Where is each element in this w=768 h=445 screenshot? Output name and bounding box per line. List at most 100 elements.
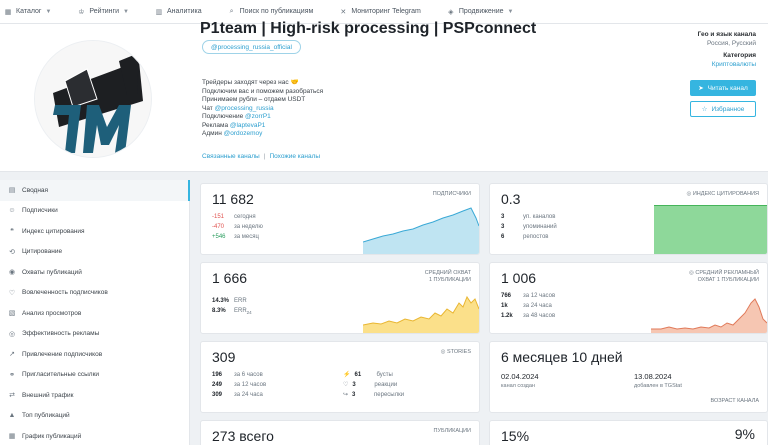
stat-row: 6 репостов xyxy=(501,232,557,242)
sidebar: ▤ Сводная ☺ Подписчики ❝ Индекс цитирования ⟲ Ц… xyxy=(0,180,190,445)
sidebar-item-5[interactable]: ♡ Вовлеченность подписчиков xyxy=(0,283,189,304)
grid-icon: ▦ xyxy=(4,8,12,16)
calendar-icon: ▦ xyxy=(8,433,16,441)
nav-item-label: Продвижение xyxy=(458,8,504,15)
sidebar-item-label: Эффективность рекламы xyxy=(22,330,100,338)
nav-item-label: Поиск по публикациям xyxy=(239,8,314,15)
eye-icon: ◉ xyxy=(8,269,16,277)
description-line: Принимаем рубли – отдаем USDT xyxy=(202,96,323,105)
stat-value: -151 xyxy=(212,214,225,220)
category-link[interactable]: Криптовалюты xyxy=(698,60,756,69)
stat-value: 3 xyxy=(501,224,505,231)
star-icon: ☆ xyxy=(701,106,708,113)
nav-item-3[interactable]: ⌕ Поиск по публикациям xyxy=(228,8,314,16)
description-link[interactable]: @processing_russia xyxy=(215,105,274,112)
sidebar-item-7[interactable]: ◎ Эффективность рекламы xyxy=(0,324,189,345)
average-reach-tag-line1: СРЕДНИЙ ОХВАТ xyxy=(424,270,471,276)
citation-index-card[interactable]: 0.3 ◎ ИНДЕКС ЦИТИРОВАНИЯ 3 уп. каналов 3 уп… xyxy=(489,183,768,255)
stories-tag-text: STORIES xyxy=(446,349,471,355)
description-link[interactable]: @laptevaP1 xyxy=(230,122,266,129)
percentage-right-value: 9% xyxy=(734,426,755,442)
stories-count: 309 xyxy=(212,349,236,365)
stat-label: упоминаний xyxy=(523,224,557,231)
description-line: Реклама @laptevaP1 xyxy=(202,122,323,131)
stat-row: -151 сегодня xyxy=(212,212,263,222)
quote-icon: ❝ xyxy=(10,228,14,236)
sidebar-item-label: Сводная xyxy=(22,186,49,194)
read-channel-button[interactable]: ➤ Читать канал xyxy=(690,80,756,96)
nav-item-5[interactable]: ◈ Продвижение ▼ xyxy=(447,8,513,16)
publications-card[interactable]: 273 всего ПУБЛИКАЦИИ xyxy=(200,420,480,445)
stat-row: 766 за 12 часов xyxy=(501,291,555,301)
err-stats: 14.3% ERR 8.3% ERR24 xyxy=(212,296,252,319)
stat-value: 766 xyxy=(501,293,512,299)
sidebar-item-12[interactable]: ▦ График публикаций xyxy=(0,426,189,445)
sidebar-item-1[interactable]: ☺ Подписчики xyxy=(0,201,189,222)
subscribers-card[interactable]: 11 682 ПОДПИСЧИКИ -151 сегодня -470 за неде… xyxy=(200,183,480,255)
nav-item-1[interactable]: ♔ Рейтинги ▼ xyxy=(77,8,129,16)
subscribers-tag: ПОДПИСЧИКИ xyxy=(432,191,471,197)
stat-row: 8.3% ERR24 xyxy=(212,306,252,318)
created-label: канал создан xyxy=(501,383,535,389)
sidebar-item-11[interactable]: ▲ Топ публикаций xyxy=(0,406,189,427)
stat-row: 3 упоминаний xyxy=(501,222,557,232)
added-label: добавлен в TGStat xyxy=(634,383,682,389)
stories-tag: ◎ STORIES xyxy=(441,349,471,356)
stat-row: 249 за 12 часов xyxy=(212,380,266,390)
stat-label: бусты xyxy=(376,372,393,378)
boost-icon: ⚡ xyxy=(343,372,351,378)
nav-item-2[interactable]: ▥ Аналитика xyxy=(155,8,202,16)
publications-tag: ПУБЛИКАЦИИ xyxy=(433,428,471,434)
sidebar-item-6[interactable]: ▧ Анализ просмотров xyxy=(0,303,189,324)
analysis-icon: ▧ xyxy=(8,310,16,318)
sidebar-item-2[interactable]: ❝ Индекс цитирования xyxy=(0,221,189,242)
description-text: Подключим вас и поможем разобраться xyxy=(202,87,324,95)
stat-row: 1k за 24 часа xyxy=(501,301,555,311)
stat-label: реакции xyxy=(374,382,398,389)
nav-item-4[interactable]: ✕ Мониторинг Telegram xyxy=(339,8,421,16)
percentage-card[interactable]: 15% 9% xyxy=(489,420,768,445)
description-text: Принимаем рубли – отдаем USDT xyxy=(202,96,306,103)
ad-reach-tag-line1: СРЕДНИЙ РЕКЛАМНЫЙ xyxy=(695,270,759,276)
geo-label: Гео и язык канала xyxy=(697,31,756,38)
channel-avatar[interactable] xyxy=(34,40,152,158)
nav-item-0[interactable]: ▦ Каталог ▼ xyxy=(4,8,52,16)
sidebar-item-0[interactable]: ▤ Сводная xyxy=(0,180,190,201)
category-label: Категория xyxy=(723,52,756,59)
growth-icon: ↗ xyxy=(9,351,15,359)
ad-reach-value: 1 006 xyxy=(501,270,537,286)
sidebar-item-9[interactable]: ⚭ Пригласительные ссылки xyxy=(0,365,189,386)
stat-row: ⚡ 61 бусты xyxy=(343,370,404,380)
related-channels-link[interactable]: Связанные каналы xyxy=(202,153,260,160)
sidebar-item-label: Привлечение подписчиков xyxy=(22,350,103,358)
stat-row: ♡ 3 реакции xyxy=(343,380,404,390)
sidebar-item-3[interactable]: ⟲ Цитирование xyxy=(0,242,189,263)
stat-sub: 24 xyxy=(246,310,252,316)
description-text: Админ xyxy=(202,130,224,137)
channel-age-card[interactable]: 6 месяцев 10 дней 02.04.2024 канал созда… xyxy=(489,341,768,413)
average-reach-card[interactable]: 1 666 СРЕДНИЙ ОХВАТ 1 ПУБЛИКАЦИИ 14.3% ERR… xyxy=(200,262,480,334)
stat-label: пересылки xyxy=(374,392,405,399)
channel-username-link[interactable]: @processing_russia_official xyxy=(202,40,301,54)
similar-channels-link[interactable]: Похожие каналы xyxy=(269,153,320,160)
sidebar-item-label: Внешний трафик xyxy=(22,391,74,399)
average-reach-tag-line2: 1 ПУБЛИКАЦИИ xyxy=(428,277,471,283)
description-link[interactable]: @zorrP1 xyxy=(245,113,271,120)
sidebar-item-10[interactable]: ⇄ Внешний трафик xyxy=(0,385,189,406)
description-link[interactable]: @ordozemoy xyxy=(224,130,263,137)
stories-card[interactable]: 309 ◎ STORIES 196 за 6 часов 249 за 12 часо… xyxy=(200,341,480,413)
sidebar-item-8[interactable]: ↗ Привлечение подписчиков xyxy=(0,344,189,365)
stat-row: 309 за 24 часа xyxy=(212,390,266,400)
nav-item-label: Рейтинги xyxy=(89,8,120,15)
sidebar-item-4[interactable]: ◉ Охваты публикаций xyxy=(0,262,189,283)
created-date: 02.04.2024 xyxy=(501,372,539,381)
stat-value: 6 xyxy=(501,234,505,241)
citation-stats: 3 уп. каналов 3 упоминаний 6 репостов xyxy=(501,212,557,243)
citation-icon: ⟲ xyxy=(9,248,15,256)
ad-reach-card[interactable]: 1 006 ◎ СРЕДНИЙ РЕКЛАМНЫЙ ОХВАТ 1 ПУБЛИКА… xyxy=(489,262,768,334)
favorite-button[interactable]: ☆ Избранное xyxy=(690,101,756,117)
stat-label: уп. каналов xyxy=(523,214,556,220)
stat-label: за 24 часа xyxy=(234,392,263,399)
stat-label: за 48 часов xyxy=(523,313,556,320)
trophy-icon: ♔ xyxy=(78,8,85,16)
